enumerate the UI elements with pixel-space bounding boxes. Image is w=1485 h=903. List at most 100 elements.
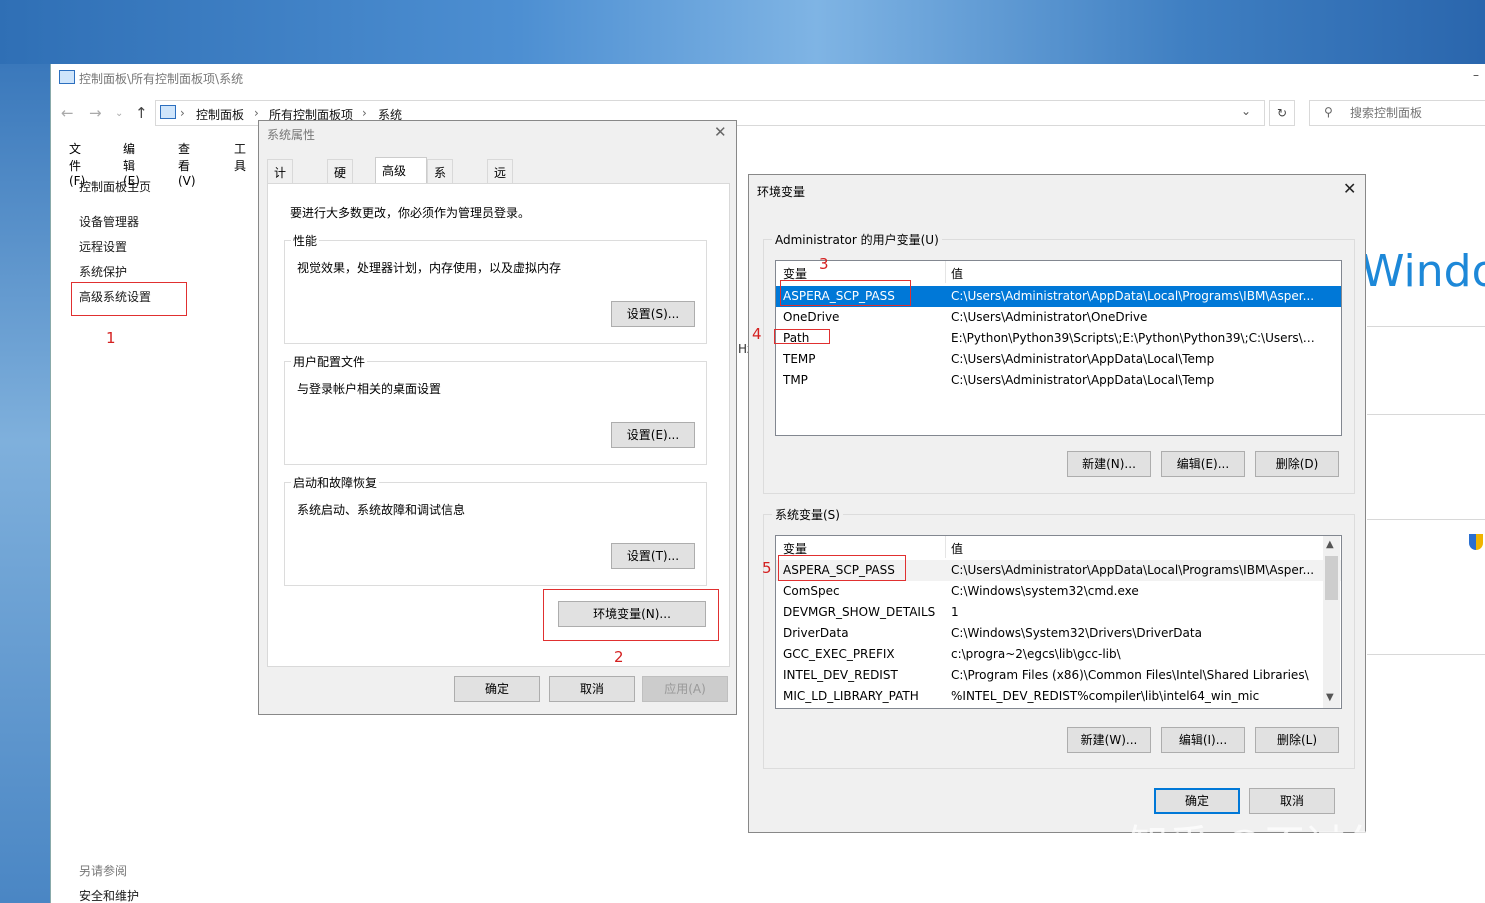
refresh-icon: ↻ [1276,106,1288,120]
forward-arrow-icon[interactable]: → [89,104,102,122]
system-variables-group: 系统变量(S) 变量 值 ASPERA_SCP_PASS C:\Users\Ad… [763,506,1355,769]
group-title: 用户配置文件 [291,353,368,370]
user-new-button[interactable]: 新建(N)... [1067,451,1151,477]
annotation-box-5 [778,555,906,581]
performance-group: 性能 视觉效果，处理器计划，内存使用，以及虚拟内存 设置(S)... [284,232,707,344]
table-row[interactable]: DriverData C:\Windows\System32\Drivers\D… [776,623,1341,644]
back-arrow-icon[interactable]: ← [61,104,74,122]
column-header-value[interactable]: 值 [951,265,963,282]
sidebar-home[interactable]: 控制面板主页 [79,178,151,195]
variable-name: GCC_EXEC_PREFIX [783,647,895,661]
variable-name: DEVMGR_SHOW_DETAILS [783,605,936,619]
breadcrumb-separator-icon: › [254,106,259,120]
shield-icon [1469,534,1483,550]
sidebar: 控制面板主页 设备管理器 远程设置 系统保护 高级系统设置 另请参阅 安全和维护 [51,164,261,903]
variable-value: 1 [951,605,959,619]
user-variables-group: Administrator 的用户变量(U) 变量 值 ASPERA_SCP_P… [763,231,1355,494]
chevron-down-icon[interactable]: ⌄ [1241,104,1251,118]
variable-value: E:\Python\Python39\Scripts\;E:\Python\Py… [951,331,1321,345]
startup-recovery-group: 启动和故障恢复 系统启动、系统故障和调试信息 设置(T)... [284,474,707,586]
apply-button[interactable]: 应用(A) [642,676,728,702]
column-separator [945,261,946,283]
see-also-title: 另请参阅 [79,864,128,878]
variable-name: TEMP [783,352,816,366]
recent-dropdown-icon[interactable]: ⌄ [115,108,123,119]
tab-system-protection[interactable]: 系统保护 [427,159,454,231]
variable-value: C:\Users\Administrator\AppData\Local\Tem… [951,352,1215,366]
annotation-number-1: 1 [106,329,116,347]
breadcrumb-control-panel[interactable]: 控制面板 [196,106,244,123]
annotation-box-2 [543,589,719,641]
table-row[interactable]: OneDrive C:\Users\Administrator\OneDrive [776,307,1341,328]
divider [1367,519,1485,520]
table-row[interactable]: TMP C:\Users\Administrator\AppData\Local… [776,370,1341,391]
tab-computer-name[interactable]: 计算机名 [267,159,294,231]
variable-value: c:\progra~2\egcs\lib\gcc-lib\ [951,647,1121,661]
variable-value: C:\Windows\System32\Drivers\DriverData [951,626,1202,640]
system-new-button[interactable]: 新建(W)... [1067,727,1151,753]
search-input[interactable] [1350,106,1480,120]
tab-hardware[interactable]: 硬件 [327,159,354,197]
up-arrow-icon[interactable]: ↑ [135,104,148,122]
sidebar-item-device-manager[interactable]: 设备管理器 [79,213,139,230]
startup-recovery-settings-button[interactable]: 设置(T)... [611,543,695,569]
column-header-value[interactable]: 值 [951,540,963,557]
env-ok-button[interactable]: 确定 [1154,788,1240,814]
user-profiles-group: 用户配置文件 与登录帐户相关的桌面设置 设置(E)... [284,353,707,465]
variable-name: DriverData [783,626,849,640]
divider [1367,326,1485,327]
dialog-title: 系统属性 [267,128,316,142]
variable-name: OneDrive [783,310,840,324]
cancel-button[interactable]: 取消 [549,676,635,702]
refresh-button[interactable]: ↻ [1269,100,1295,126]
watermark-text: 知乎 @不过尔尔 [1128,822,1429,868]
table-row[interactable]: ComSpec C:\Windows\system32\cmd.exe [776,581,1341,602]
column-separator [945,536,946,558]
system-delete-button[interactable]: 删除(L) [1255,727,1339,753]
system-edit-button[interactable]: 编辑(I)... [1161,727,1245,753]
computer-icon [160,105,176,119]
annotation-box-1 [71,282,187,316]
annotation-number-5: 5 [762,559,772,577]
variable-name: MIC_LD_LIBRARY_PATH [783,689,919,703]
table-row[interactable]: GCC_EXEC_PREFIX c:\progra~2\egcs\lib\gcc… [776,644,1341,665]
tab-remote[interactable]: 远程 [487,159,514,197]
vertical-scrollbar[interactable]: ▲ ▼ [1323,536,1340,708]
annotation-number-3: 3 [819,255,829,273]
environment-variables-dialog: 环境变量 ✕ Administrator 的用户变量(U) 变量 值 ASPER… [748,174,1366,833]
divider [1367,654,1485,655]
env-cancel-button[interactable]: 取消 [1249,788,1335,814]
window-title: 控制面板\所有控制面板项\系统 [79,72,244,86]
table-row[interactable]: TEMP C:\Users\Administrator\AppData\Loca… [776,349,1341,370]
annotation-box-4 [774,329,830,344]
search-icon: ⚲ [1324,105,1333,119]
ok-button[interactable]: 确定 [454,676,540,702]
variable-name: ComSpec [783,584,840,598]
table-row[interactable]: MIC_LD_LIBRARY_PATH %INTEL_DEV_REDIST%co… [776,686,1341,707]
close-icon[interactable]: ✕ [714,123,727,141]
scroll-down-icon[interactable]: ▼ [1326,692,1334,703]
scroll-thumb[interactable] [1325,556,1338,600]
annotation-number-4: 4 [752,325,762,343]
variable-name: INTEL_DEV_REDIST [783,668,898,682]
variable-value: C:\Users\Administrator\AppData\Local\Pro… [951,563,1315,577]
minimize-icon[interactable]: – [1473,68,1479,82]
table-row[interactable]: DEVMGR_SHOW_DETAILS 1 [776,602,1341,623]
table-row[interactable]: Path E:\Python\Python39\Scripts\;E:\Pyth… [776,328,1341,349]
sidebar-item-security[interactable]: 安全和维护 [79,887,139,903]
sidebar-item-system-protection[interactable]: 系统保护 [79,263,127,280]
breadcrumb-separator-icon: › [180,106,185,120]
performance-settings-button[interactable]: 设置(S)... [611,301,695,327]
table-row[interactable]: INTEL_DEV_REDIST C:\Program Files (x86)\… [776,665,1341,686]
variable-value: C:\Users\Administrator\OneDrive [951,310,1148,324]
sidebar-item-remote-settings[interactable]: 远程设置 [79,238,127,255]
group-title: 启动和故障恢复 [291,474,380,491]
close-icon[interactable]: ✕ [1343,179,1356,198]
scroll-up-icon[interactable]: ▲ [1326,539,1334,550]
user-edit-button[interactable]: 编辑(E)... [1161,451,1245,477]
system-properties-dialog: 系统属性 ✕ 计算机名 硬件 高级 系统保护 远程 要进行大多数更改，你必须作为… [258,120,737,715]
user-profiles-settings-button[interactable]: 设置(E)... [611,422,695,448]
tab-advanced[interactable]: 高级 [375,157,427,183]
search-box[interactable]: ⚲ [1309,100,1485,126]
user-delete-button[interactable]: 删除(D) [1255,451,1339,477]
